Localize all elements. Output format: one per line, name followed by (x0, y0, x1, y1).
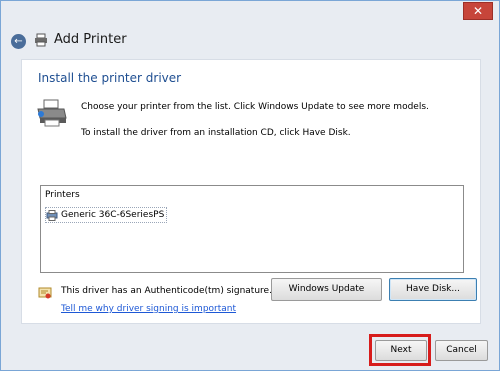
certificate-icon (38, 287, 52, 299)
next-button[interactable]: Next (375, 340, 427, 361)
install-cd-text: To install the driver from an installati… (81, 128, 351, 138)
signature-status: This driver has an Authenticode(tm) sign… (61, 286, 272, 296)
list-item[interactable]: Generic 36C-6SeriesPS (45, 207, 168, 223)
page-heading: Install the printer driver (38, 71, 182, 85)
printer-icon (35, 33, 47, 47)
driver-signing-link[interactable]: Tell me why driver signing is important (61, 304, 236, 314)
windows-update-button[interactable]: Windows Update (271, 278, 382, 301)
printer-install-icon (37, 99, 67, 127)
description-text: Choose your printer from the list. Click… (81, 102, 429, 112)
list-header: Printers (45, 190, 80, 200)
have-disk-button[interactable]: Have Disk... (389, 278, 477, 301)
title-bar: ✕ ← Add Printer (1, 1, 499, 59)
content-panel: Install the printer driver Choose your p… (21, 59, 481, 324)
close-button[interactable]: ✕ (463, 2, 493, 20)
add-printer-window: ✕ ← Add Printer Install the printer driv… (0, 0, 500, 371)
printers-list[interactable]: Printers Generic 36C-6SeriesPS (40, 185, 464, 273)
back-arrow-icon[interactable]: ← (11, 34, 26, 49)
window-title: Add Printer (54, 32, 127, 47)
cancel-button[interactable]: Cancel (435, 340, 488, 361)
list-item-label: Generic 36C-6SeriesPS (61, 210, 165, 220)
printer-icon (46, 209, 58, 221)
